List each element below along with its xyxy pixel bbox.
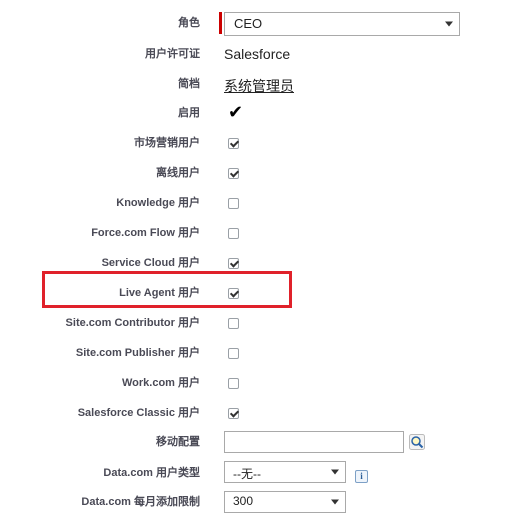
mobile-config-input[interactable]: [224, 431, 404, 453]
datacom-user-type-value: --无--: [233, 467, 261, 481]
role-label: 角色: [178, 17, 200, 29]
marketing-user-label: 市场营销用户: [134, 137, 200, 149]
work-user-label: Work.com 用户: [121, 377, 200, 389]
active-label: 启用: [178, 107, 200, 119]
classic-user-checkbox[interactable]: [228, 408, 239, 419]
chevron-down-icon: [331, 499, 339, 505]
flow-user-label: Force.com Flow 用户: [91, 227, 200, 239]
datacom-user-type-select[interactable]: --无--: [224, 461, 346, 483]
service-cloud-user-checkbox[interactable]: [228, 258, 239, 269]
active-checkmark-icon: ✔: [228, 102, 244, 122]
site-publisher-user-checkbox[interactable]: [228, 348, 239, 359]
classic-user-label: Salesforce Classic 用户: [77, 407, 200, 419]
datacom-user-type-label: Data.com 用户类型: [103, 467, 200, 479]
knowledge-user-label: Knowledge 用户: [116, 197, 200, 209]
knowledge-user-checkbox[interactable]: [228, 198, 239, 209]
user-license-label: 用户许可证: [145, 48, 200, 60]
required-indicator: [219, 12, 222, 34]
flow-user-checkbox[interactable]: [228, 228, 239, 239]
service-cloud-user-label: Service Cloud 用户: [101, 257, 200, 269]
datacom-monthly-limit-label: Data.com 每月添加限制: [81, 496, 200, 508]
user-license-value: Salesforce: [224, 46, 291, 62]
mobile-config-label: 移动配置: [156, 436, 200, 448]
chevron-down-icon: [445, 21, 453, 27]
datacom-monthly-limit-value: 300: [233, 494, 254, 508]
datacom-monthly-limit-select[interactable]: 300: [224, 491, 346, 513]
site-publisher-user-label: Site.com Publisher 用户: [75, 347, 200, 359]
offline-user-label: 离线用户: [156, 167, 200, 179]
highlight-box: [42, 271, 292, 308]
site-contributor-user-checkbox[interactable]: [228, 318, 239, 329]
work-user-checkbox[interactable]: [228, 378, 239, 389]
chevron-down-icon: [331, 469, 339, 475]
profile-link[interactable]: 系统管理员: [224, 76, 294, 96]
offline-user-checkbox[interactable]: [228, 168, 239, 179]
role-select[interactable]: CEO: [224, 12, 460, 36]
info-icon[interactable]: i: [355, 470, 368, 483]
site-contributor-user-label: Site.com Contributor 用户: [65, 317, 200, 329]
role-select-value: CEO: [234, 16, 263, 31]
magnifier-lookup-icon[interactable]: [409, 434, 425, 450]
profile-label: 简档: [178, 78, 200, 90]
marketing-user-checkbox[interactable]: [228, 138, 239, 149]
